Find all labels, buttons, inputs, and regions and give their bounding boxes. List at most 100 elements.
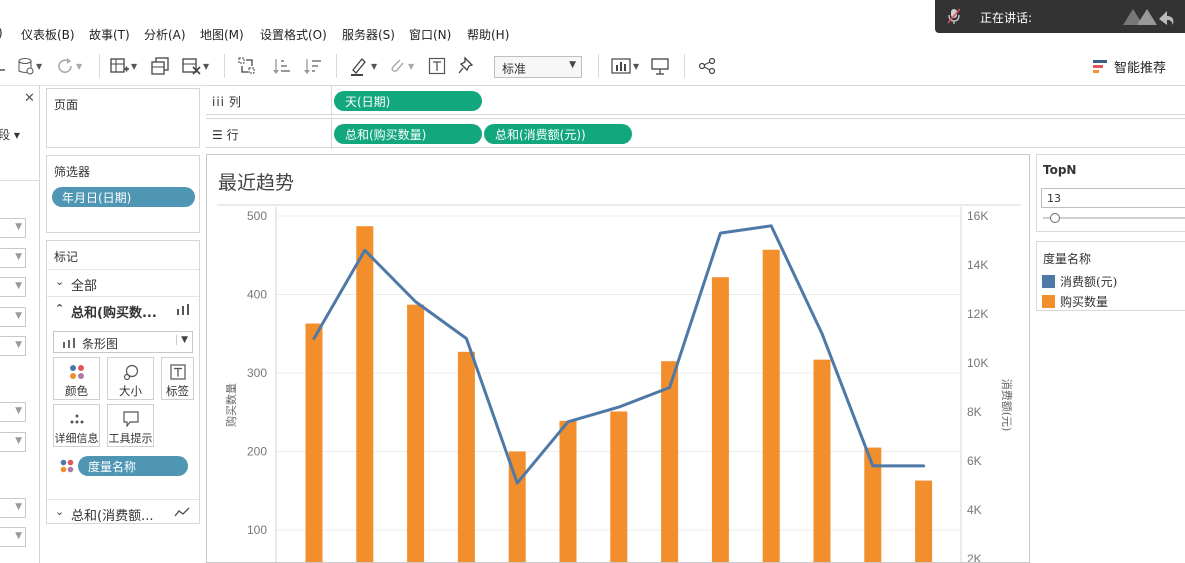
color-button[interactable]: 颜色 (53, 357, 100, 400)
rows-pill-amount[interactable]: 总和(消费额(元)) (484, 124, 632, 144)
refresh-icon[interactable]: ▼ (56, 55, 82, 77)
marks-all-row[interactable]: ⌄ 全部 (47, 269, 199, 295)
mark-type-value: 条形图 (82, 337, 119, 351)
pages-card[interactable]: 页面 (46, 88, 200, 148)
menu-server[interactable]: 服务器(S) (342, 26, 395, 43)
legend-swatch (1042, 274, 1055, 288)
topn-slider-handle[interactable] (1050, 213, 1060, 223)
menu-dashboard[interactable]: 仪表板(B) (21, 26, 75, 43)
legend-item-amount[interactable]: 消费额(元) (1042, 273, 1117, 289)
mark-type-select[interactable]: 条形图 ▼ (53, 331, 193, 353)
rows-pill-quantity[interactable]: 总和(购买数量) (334, 124, 482, 144)
group-members-icon[interactable]: ▼ (388, 55, 414, 77)
menu-bar: ) 仪表板(B) 故事(T) 分析(A) 地图(M) 设置格式(O) 服务器(S… (0, 24, 940, 44)
marks-measure1-row[interactable]: ⌃ 总和(购买数... (47, 296, 199, 322)
tooltip-icon (122, 410, 139, 427)
y2-tick-label: 16K (967, 209, 988, 223)
toolbar-divider (224, 54, 225, 78)
y2-tick-label: 12K (967, 307, 988, 321)
y2-axis-title: 消费额(元) (1000, 379, 1014, 432)
highlight-icon[interactable]: ▼ (349, 55, 377, 77)
detail-button[interactable]: 详细信息 (53, 404, 100, 447)
menu-map[interactable]: 地图(M) (200, 26, 244, 43)
fields-dropdown[interactable]: 字段 ▾ (0, 126, 38, 143)
show-me-cards-icon[interactable]: ▼ (611, 55, 639, 77)
tooltip-button[interactable]: 工具提示 (107, 404, 154, 447)
y2-tick-label: 6K (967, 454, 982, 468)
label-button-label: 标签 (166, 384, 189, 398)
color-palette-icon (69, 364, 84, 379)
color-button-label: 颜色 (65, 384, 88, 398)
divider (331, 86, 332, 116)
view-size-value: 标准 (502, 62, 527, 76)
marks-measure1-label: 总和(购买数... (71, 306, 157, 321)
detail-dots-icon (70, 414, 83, 423)
bar (407, 304, 425, 562)
toolbar-divider (598, 54, 599, 78)
legend-item-quantity[interactable]: 购买数量 (1042, 293, 1108, 309)
label-button[interactable]: 标签 (161, 357, 194, 400)
menu-item-partial[interactable]: ) (0, 26, 3, 40)
bar (305, 323, 323, 562)
presentation-mode-icon[interactable] (650, 55, 670, 77)
bar (915, 480, 933, 562)
chevron-up-icon: ⌃ (55, 302, 65, 315)
size-button[interactable]: 大小 (107, 357, 154, 400)
bar-chart-icon (63, 338, 75, 348)
view-size-select[interactable]: 标准 ▼ (494, 56, 582, 78)
data-pane: ✕ 字段 ▾ ▼ ▼ ▼ ▼ ▼ ▼ ▼ ▼ ▼ (0, 86, 40, 563)
dropdown-stub[interactable]: ▼ (0, 248, 26, 268)
dropdown-stub[interactable]: ▼ (0, 432, 26, 452)
pin-icon[interactable] (458, 55, 476, 77)
columns-pill-date[interactable]: 天(日期) (334, 91, 482, 111)
marks-measure2-row[interactable]: ⌄ 总和(消费额... (47, 499, 199, 525)
datasource-icon[interactable]: ▼ (18, 55, 42, 77)
sort-ascending-icon[interactable] (271, 55, 291, 77)
dropdown-stub[interactable]: ▼ (0, 402, 26, 422)
filter-pill-date[interactable]: 年月日(日期) (52, 187, 195, 207)
smart-recommend-button[interactable]: 智能推荐 (1093, 57, 1166, 76)
menu-help[interactable]: 帮助(H) (467, 26, 509, 43)
color-palette-icon (60, 459, 74, 473)
size-button-label: 大小 (119, 384, 142, 398)
close-icon[interactable]: ✕ (24, 91, 35, 106)
dropdown-stub[interactable]: ▼ (0, 218, 26, 238)
menu-window[interactable]: 窗口(N) (409, 26, 451, 43)
smart-recommend-label: 智能推荐 (1114, 61, 1167, 76)
rows-label: 行 (226, 128, 239, 142)
new-worksheet-icon[interactable]: ▼ (109, 55, 137, 77)
columns-shelf[interactable]: iii 列 天(日期) (206, 85, 1185, 116)
menu-analysis[interactable]: 分析(A) (144, 26, 186, 43)
share-icon[interactable] (698, 55, 716, 77)
color-pill-measure-names[interactable]: 度量名称 (78, 456, 188, 476)
bar (559, 420, 577, 562)
dropdown-stub[interactable]: ▼ (0, 336, 26, 356)
bar (813, 359, 831, 562)
dropdown-stub[interactable]: ▼ (0, 277, 26, 297)
fields-label: 字段 (0, 128, 11, 142)
duplicate-sheet-icon[interactable] (150, 55, 170, 77)
topn-slider-track[interactable] (1043, 217, 1185, 219)
dropdown-stub[interactable]: ▼ (0, 527, 26, 547)
swap-rows-columns-icon[interactable] (237, 55, 257, 77)
toolbar-partial-icon[interactable] (0, 55, 6, 77)
columns-shelf-label: iii 列 (212, 93, 241, 110)
clear-sheet-icon[interactable]: ▼ (181, 55, 209, 77)
dropdown-stub[interactable]: ▼ (0, 498, 26, 518)
y-axis-title: 购买数量 (224, 383, 238, 427)
y-tick-label: 100 (247, 523, 267, 537)
topn-title: TopN (1043, 163, 1077, 177)
menu-story[interactable]: 故事(T) (89, 26, 130, 43)
bar (610, 411, 628, 562)
line-chart-icon (174, 507, 190, 517)
divider (331, 119, 332, 149)
menu-format[interactable]: 设置格式(O) (260, 26, 327, 43)
chevron-down-icon: ⌄ (55, 505, 65, 518)
rows-shelf[interactable]: ☰ 行 总和(购买数量) 总和(消费额(元)) (206, 118, 1185, 149)
topn-input[interactable]: 13 (1041, 188, 1185, 208)
show-mark-labels-icon[interactable] (428, 55, 446, 77)
dropdown-stub[interactable]: ▼ (0, 307, 26, 327)
sort-descending-icon[interactable] (302, 55, 322, 77)
tableau-workspace: ) 仪表板(B) 故事(T) 分析(A) 地图(M) 设置格式(O) 服务器(S… (0, 0, 1185, 563)
columns-label: 列 (228, 95, 241, 109)
